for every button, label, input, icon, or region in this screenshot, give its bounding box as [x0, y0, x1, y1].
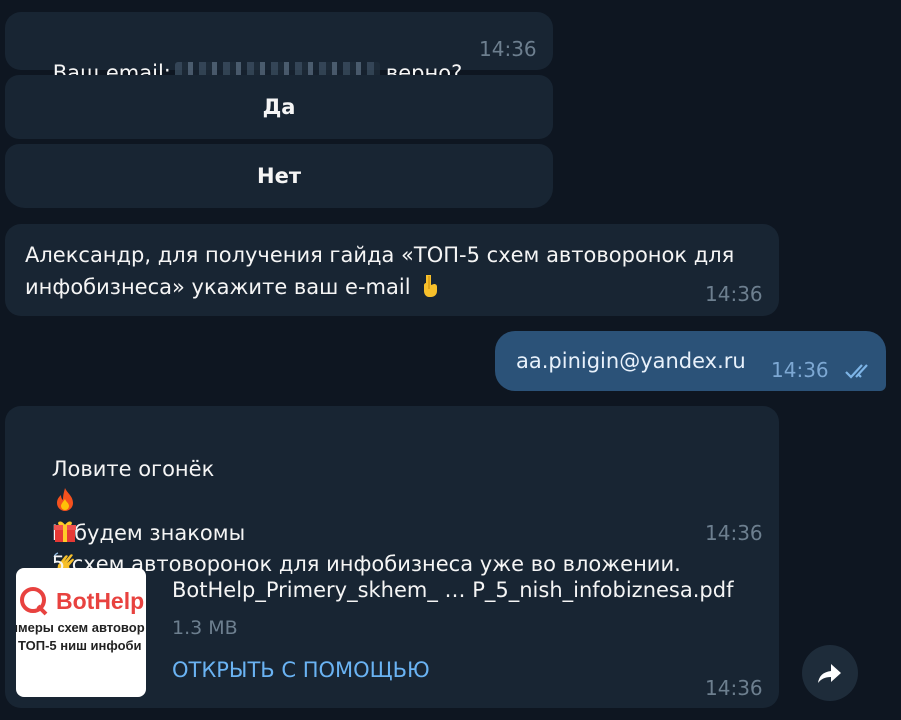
user-reply-text[interactable]: aa.pinigin@yandex.ru: [516, 345, 746, 377]
forward-icon: [818, 664, 841, 683]
document-time: 14:36: [705, 676, 763, 700]
gift-line-2-text: 5 схем автоворонок для инфобизнеса уже в…: [51, 552, 681, 576]
no-button[interactable]: Нет: [5, 144, 553, 208]
document-thumbnail[interactable]: BotHelp имеры схем автовор ТОП-5 ниш инф…: [16, 568, 146, 697]
gift-line-1-a: Ловите огонёк: [51, 457, 215, 481]
guide-request-text: Александр, для получения гайда «ТОП-5 сх…: [25, 239, 734, 303]
guide-request-label: Александр, для получения гайда «ТОП-5 сх…: [25, 243, 735, 299]
guide-request-bubble: Александр, для получения гайда «ТОП-5 сх…: [5, 224, 779, 316]
double-check-icon: [845, 364, 868, 379]
user-reply-bubble: aa.pinigin@yandex.ru 14:36: [495, 331, 886, 391]
bothelp-logo-text: BotHelp: [56, 588, 145, 614]
document-file-name[interactable]: BotHelp_Primery_skhem_ … P_5_nish_infobi…: [172, 578, 733, 602]
point-down-emoji: [424, 275, 438, 297]
message-time: 14:36: [705, 282, 763, 306]
open-with-button[interactable]: ОТКРЫТЬ С ПОМОЩЬЮ: [172, 658, 430, 682]
bothelp-logo-icon: [20, 587, 48, 616]
forward-button[interactable]: [802, 645, 858, 701]
thumb-line-2: ТОП-5 ниш инфоби: [18, 638, 142, 653]
message-time: 14:36: [705, 521, 763, 545]
yes-button[interactable]: Да: [5, 75, 553, 139]
message-time: 14:36: [771, 358, 829, 382]
message-time: 14:36: [479, 37, 537, 61]
thumb-line-1: имеры схем автовор: [16, 620, 145, 635]
document-file-size: 1.3 MB: [172, 617, 238, 639]
email-confirm-bubble: Ваш email: верно? 14:36: [5, 12, 553, 85]
gift-emoji: [53, 521, 76, 542]
